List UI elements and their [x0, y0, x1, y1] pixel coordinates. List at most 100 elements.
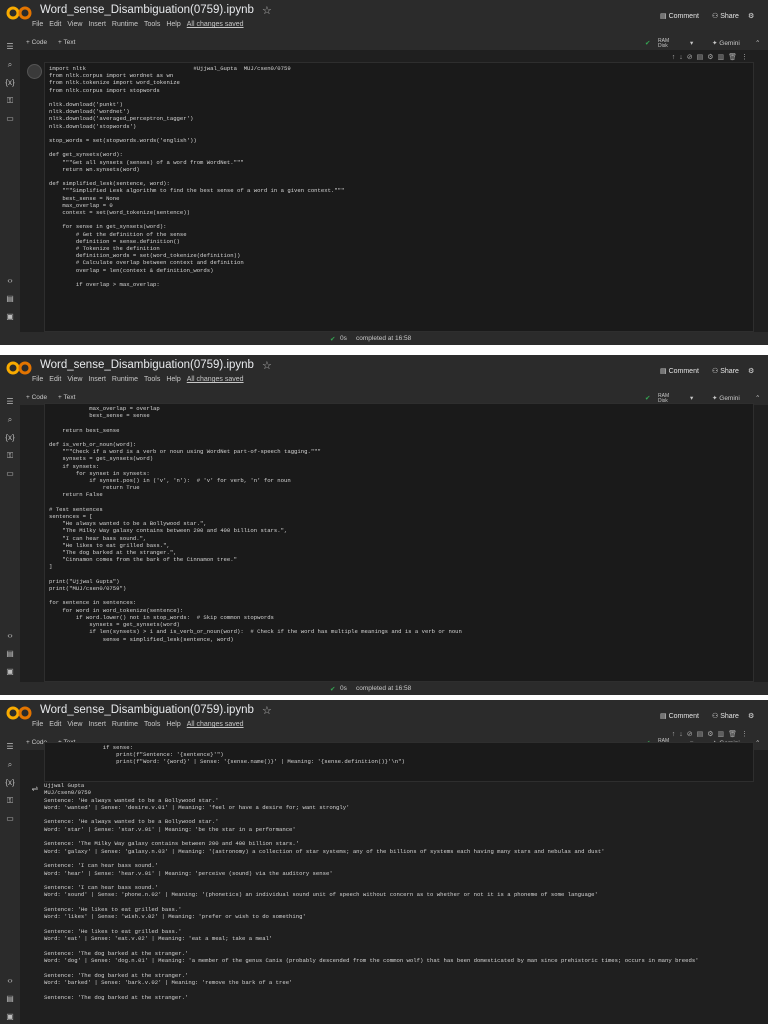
gemini-button[interactable]: ✦ Gemini: [712, 39, 740, 47]
comment-button[interactable]: ▤ Comment: [660, 712, 699, 720]
menu-view[interactable]: View: [67, 721, 82, 728]
code-cell-1[interactable]: max_overlap = overlap best_sense = sense…: [44, 403, 754, 682]
collapse-icon[interactable]: ⌃: [755, 739, 760, 747]
menu-bar: File Edit View Insert Runtime Tools Help All ch…: [32, 21, 250, 28]
left-sidebar: ☰ ⌕ {x} ⚿ ▭ ‹› ▤ ▣: [0, 397, 20, 695]
cell-toolbar[interactable]: ↑↓⊘▤⚙▥🗑⋮: [672, 53, 752, 61]
notebook-title[interactable]: Word_sense_Disambiguation(0759).ipynb: [40, 704, 254, 716]
menu-tools[interactable]: Tools: [144, 721, 160, 728]
share-button[interactable]: ⚇ Share: [712, 12, 739, 20]
code-cell-1[interactable]: if sense: print(f"Sentence: '{sentence}'…: [44, 742, 754, 782]
left-sidebar: ☰ ⌕ {x} ⚿ ▭ ‹› ▤ ▣: [0, 742, 20, 1024]
command-icon[interactable]: ▤: [5, 994, 15, 1003]
terminal-icon[interactable]: ▣: [5, 1012, 15, 1021]
menu-icon[interactable]: ☰: [5, 742, 15, 751]
folder-icon[interactable]: ▭: [5, 114, 15, 123]
menu-icon[interactable]: ☰: [5, 42, 15, 51]
star-icon[interactable]: ☆: [262, 4, 272, 17]
code-cell-source[interactable]: max_overlap = overlap best_sense = sense…: [45, 404, 753, 644]
menu-view[interactable]: View: [67, 376, 82, 383]
menu-bar: File Edit View Insert Runtime Tools Help All ch…: [32, 721, 250, 728]
menu-help[interactable]: Help: [166, 376, 180, 383]
variables-icon[interactable]: {x}: [5, 778, 15, 787]
menu-file[interactable]: File: [32, 21, 43, 28]
menu-insert[interactable]: Insert: [88, 721, 106, 728]
star-icon[interactable]: ☆: [262, 359, 272, 372]
code-cell-source[interactable]: import nltk #Ujjwal_Gupta MUJ/csen0/0759…: [45, 63, 753, 290]
key-icon[interactable]: ⚿: [5, 96, 15, 105]
share-label: Share: [720, 713, 739, 720]
variables-icon[interactable]: {x}: [5, 78, 15, 87]
status-bar: ✔ 0s completed at 16:58: [0, 332, 768, 345]
add-text-button[interactable]: + Text: [58, 39, 75, 46]
notebook-panel-3: Word_sense_Disambiguation(0759).ipynb ☆ …: [0, 700, 768, 1024]
key-icon[interactable]: ⚿: [5, 451, 15, 460]
resource-indicator[interactable]: RAMDisk: [658, 39, 669, 49]
menu-file[interactable]: File: [32, 721, 43, 728]
comment-label: Comment: [668, 13, 699, 20]
comment-button[interactable]: ▤ Comment: [660, 12, 699, 20]
share-button[interactable]: ⚇ Share: [712, 367, 739, 375]
menu-edit[interactable]: Edit: [49, 721, 61, 728]
collapse-icon[interactable]: ⌃: [755, 39, 760, 47]
settings-icon[interactable]: ⚙: [748, 712, 754, 720]
star-icon[interactable]: ☆: [262, 704, 272, 717]
colab-logo-icon[interactable]: [6, 706, 32, 720]
terminal-icon[interactable]: ▣: [5, 667, 15, 676]
menu-runtime[interactable]: Runtime: [112, 376, 138, 383]
saved-status[interactable]: All changes saved: [187, 21, 244, 28]
menu-runtime[interactable]: Runtime: [112, 21, 138, 28]
gemini-button[interactable]: ✦ Gemini: [712, 394, 740, 402]
menu-edit[interactable]: Edit: [49, 21, 61, 28]
add-code-button[interactable]: + Code: [26, 394, 47, 401]
search-icon[interactable]: ⌕: [5, 60, 15, 69]
comment-button[interactable]: ▤ Comment: [660, 367, 699, 375]
terminal-icon[interactable]: ▣: [5, 312, 15, 321]
folder-icon[interactable]: ▭: [5, 469, 15, 478]
cell-output: Ujjwal Gupta MUJ/csen0/0759 Sentence: 'H…: [44, 782, 754, 1024]
notebook-title[interactable]: Word_sense_Disambiguation(0759).ipynb: [40, 359, 254, 371]
colab-logo-icon[interactable]: [6, 361, 32, 375]
cell-toolbar[interactable]: ↑↓⊘▤⚙▥🗑⋮: [672, 730, 752, 738]
runtime-dropdown-icon[interactable]: ▾: [690, 39, 693, 47]
variables-icon[interactable]: {x}: [5, 433, 15, 442]
settings-icon[interactable]: ⚙: [748, 12, 754, 20]
code-cell-1[interactable]: import nltk #Ujjwal_Gupta MUJ/csen0/0759…: [44, 62, 754, 332]
code-icon[interactable]: ‹›: [5, 276, 15, 285]
code-icon[interactable]: ‹›: [5, 976, 15, 985]
menu-insert[interactable]: Insert: [88, 21, 106, 28]
command-icon[interactable]: ▤: [5, 649, 15, 658]
code-icon[interactable]: ‹›: [5, 631, 15, 640]
menu-icon[interactable]: ☰: [5, 397, 15, 406]
menu-insert[interactable]: Insert: [88, 376, 106, 383]
command-icon[interactable]: ▤: [5, 294, 15, 303]
menu-tools[interactable]: Tools: [144, 21, 160, 28]
add-code-button[interactable]: + Code: [26, 39, 47, 46]
menu-help[interactable]: Help: [166, 721, 180, 728]
add-text-button[interactable]: + Text: [58, 394, 75, 401]
menu-file[interactable]: File: [32, 376, 43, 383]
runtime-dropdown-icon[interactable]: ▾: [690, 394, 693, 402]
settings-icon[interactable]: ⚙: [748, 367, 754, 375]
search-icon[interactable]: ⌕: [5, 415, 15, 424]
menu-view[interactable]: View: [67, 21, 82, 28]
menu-runtime[interactable]: Runtime: [112, 721, 138, 728]
share-button[interactable]: ⚇ Share: [712, 712, 739, 720]
collapse-icon[interactable]: ⌃: [755, 394, 760, 402]
run-cell-button[interactable]: [27, 64, 42, 79]
comment-label: Comment: [668, 713, 699, 720]
key-icon[interactable]: ⚿: [5, 796, 15, 805]
menu-edit[interactable]: Edit: [49, 376, 61, 383]
menu-help[interactable]: Help: [166, 21, 180, 28]
code-cell-source[interactable]: if sense: print(f"Sentence: '{sentence}'…: [45, 743, 753, 767]
output-options-icon[interactable]: ⇌: [30, 784, 40, 793]
status-duration: 0s: [340, 335, 347, 342]
colab-logo-icon[interactable]: [6, 6, 32, 20]
menu-tools[interactable]: Tools: [144, 376, 160, 383]
status-bar: ✔ 0s completed at 16:58: [0, 682, 768, 695]
saved-status[interactable]: All changes saved: [187, 721, 244, 728]
folder-icon[interactable]: ▭: [5, 814, 15, 823]
search-icon[interactable]: ⌕: [5, 760, 15, 769]
notebook-title[interactable]: Word_sense_Disambiguation(0759).ipynb: [40, 4, 254, 16]
saved-status[interactable]: All changes saved: [187, 376, 244, 383]
